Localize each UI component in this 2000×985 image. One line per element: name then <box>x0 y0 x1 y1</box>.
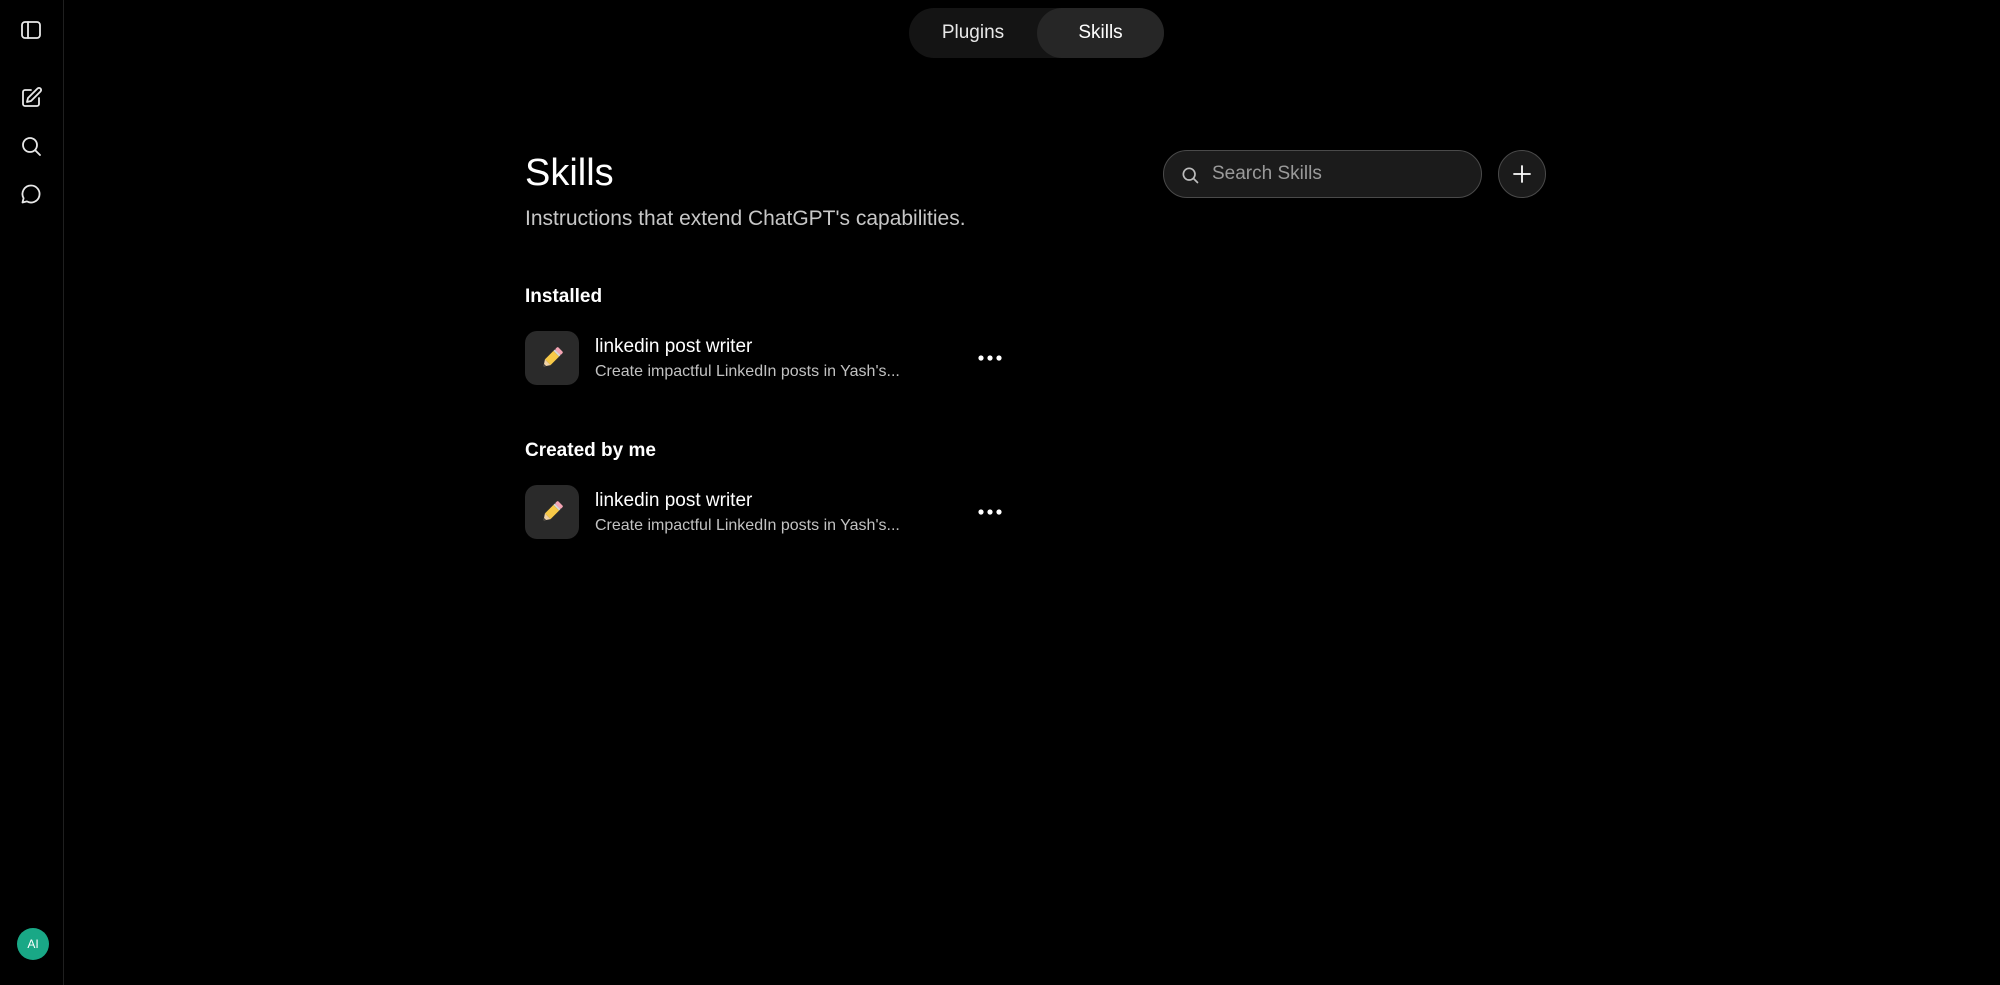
add-skill-button[interactable] <box>1498 150 1546 198</box>
skill-description: Create impactful LinkedIn posts in Yash'… <box>595 517 900 534</box>
pencil-icon <box>543 347 563 367</box>
tab-skills[interactable]: Skills <box>1037 8 1164 58</box>
more-options-icon <box>978 355 1002 361</box>
page-subtitle: Instructions that extend ChatGPT's capab… <box>525 207 966 230</box>
tab-plugins[interactable]: Plugins <box>909 8 1037 58</box>
sidebar: AI <box>0 0 64 985</box>
page-title: Skills <box>525 152 614 194</box>
skill-name: linkedin post writer <box>595 336 753 357</box>
section-heading-installed: Installed <box>525 286 603 307</box>
sidebar-toggle-icon <box>21 21 41 39</box>
chats-button[interactable] <box>12 175 50 213</box>
list-item[interactable]: linkedin post writer Create impactful Li… <box>525 485 1015 539</box>
sidebar-toggle-button[interactable] <box>12 11 50 49</box>
new-chat-button[interactable] <box>12 79 50 117</box>
pencil-icon <box>543 501 563 521</box>
more-options-button[interactable] <box>972 340 1008 376</box>
search-icon <box>1182 167 1199 184</box>
skill-icon-tile <box>525 485 579 539</box>
more-options-icon <box>978 509 1002 515</box>
skill-description: Create impactful LinkedIn posts in Yash'… <box>595 363 900 380</box>
more-options-button[interactable] <box>972 494 1008 530</box>
section-heading-created: Created by me <box>525 440 656 461</box>
chat-icon <box>21 184 41 204</box>
tab-switcher: Plugins Skills <box>909 8 1164 58</box>
new-chat-icon <box>22 87 42 107</box>
search-input[interactable] <box>1212 151 1467 197</box>
skill-icon-tile <box>525 331 579 385</box>
search-chats-button[interactable] <box>12 127 50 165</box>
plus-icon <box>1513 165 1531 183</box>
search-box <box>1163 150 1482 198</box>
list-item[interactable]: linkedin post writer Create impactful Li… <box>525 331 1015 385</box>
avatar[interactable]: AI <box>17 928 49 960</box>
search-icon <box>22 137 41 156</box>
skill-name: linkedin post writer <box>595 490 753 511</box>
